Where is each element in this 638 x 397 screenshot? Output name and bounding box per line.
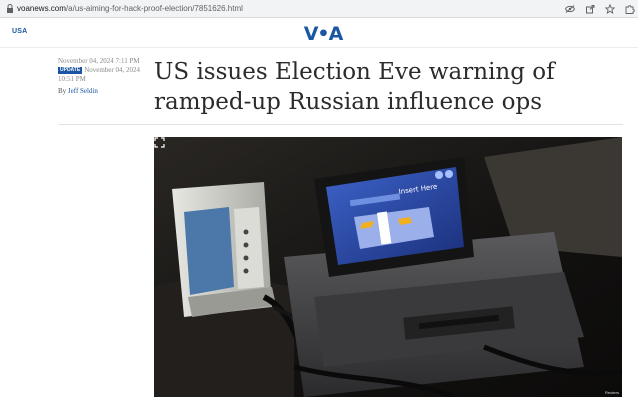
extension-icon[interactable] [624, 3, 636, 15]
article-photo[interactable]: Insert Here Reuters [154, 137, 622, 397]
article-meta: November 04, 2024 7:11 PM UPDATE November… [58, 57, 142, 96]
voa-logo[interactable]: V•A [300, 22, 346, 44]
url-text[interactable]: voanews.com/a/us-aiming-for-hack-proof-e… [17, 3, 243, 15]
url-host: voanews.com [17, 4, 66, 13]
svg-text:V•A: V•A [304, 23, 344, 44]
eye-off-icon[interactable] [564, 3, 576, 15]
updated-line: UPDATE November 04, 2024 10:51 PM [58, 66, 142, 84]
browser-address-bar[interactable]: voanews.com/a/us-aiming-for-hack-proof-e… [0, 0, 638, 18]
voting-machines-image: Insert Here [154, 137, 622, 397]
divider [58, 124, 623, 125]
author-link[interactable]: Jeff Seldin [68, 87, 98, 95]
byline-prefix: By [58, 87, 67, 95]
site-header: USA V•A [0, 18, 638, 48]
share-icon[interactable] [584, 3, 596, 15]
url-path: /a/us-aiming-for-hack-proof-election/785… [65, 4, 243, 13]
star-icon[interactable] [604, 3, 616, 15]
section-link-usa[interactable]: USA [12, 28, 27, 35]
lock-icon [7, 4, 13, 13]
update-badge: UPDATE [58, 67, 83, 74]
fullscreen-icon[interactable] [154, 137, 165, 148]
article-headline: US issues Election Eve warning of ramped… [154, 59, 555, 115]
photo-credit: Reuters [604, 390, 619, 395]
byline: By Jeff Seldin [58, 87, 142, 96]
published-date: November 04, 2024 7:11 PM [58, 57, 140, 65]
